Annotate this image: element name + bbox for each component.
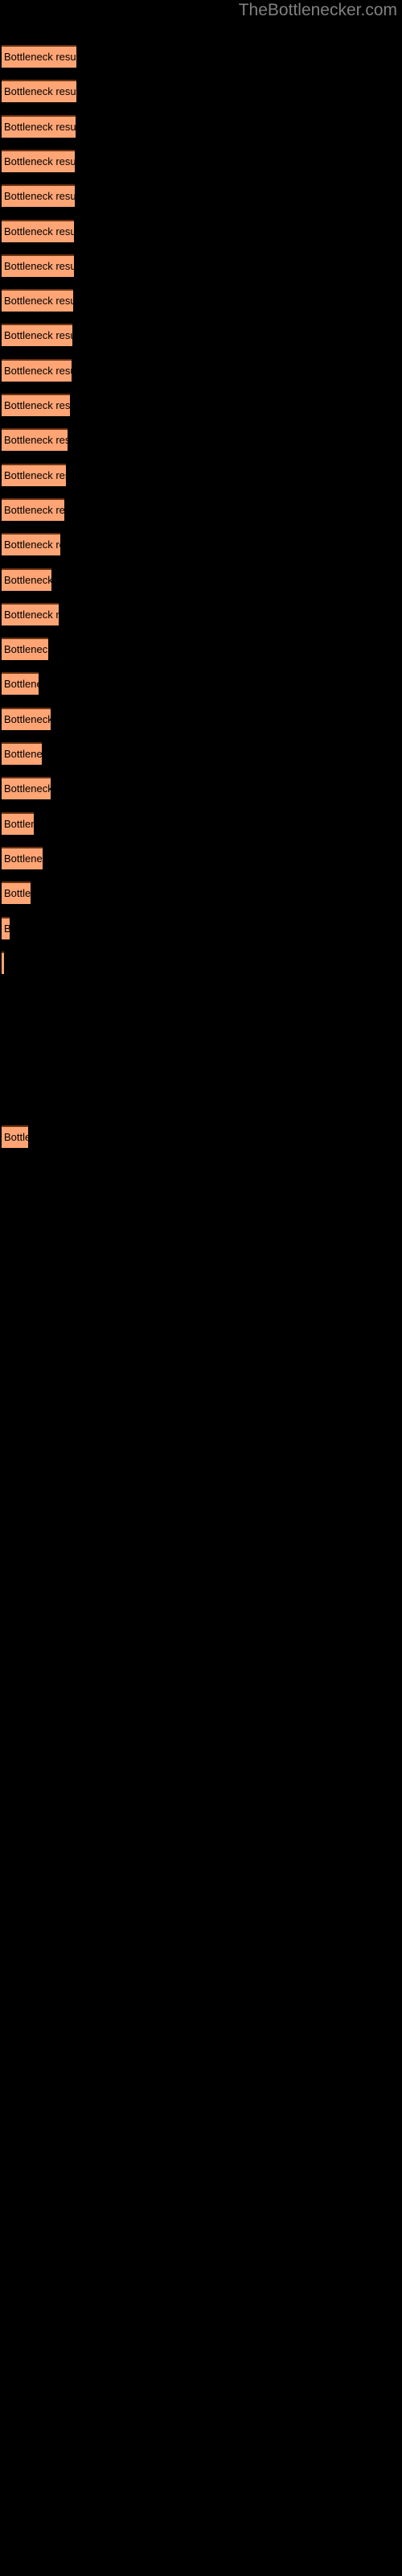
bar-row[interactable]: Bottleneck result bbox=[2, 184, 75, 208]
bar-row[interactable]: Bottleneck result bbox=[2, 568, 51, 591]
bar-label: Bottleneck result bbox=[4, 712, 51, 725]
bar-row[interactable]: Bottleneck result bbox=[2, 916, 10, 939]
bar-series-container: Bottleneck result Bottleneck result Bottle… bbox=[0, 0, 402, 2576]
bar-row[interactable]: Bottleneck result bbox=[2, 219, 74, 242]
bar-row[interactable]: Bottleneck result bbox=[2, 149, 75, 172]
bar-label: Bottleneck result bbox=[4, 120, 76, 133]
bar-row[interactable]: Bottleneck result bbox=[2, 463, 66, 486]
bar-row[interactable]: Bottleneck result bbox=[2, 428, 68, 452]
bar-label: Bottleneck result bbox=[4, 259, 74, 272]
bar-label: Bottleneck result bbox=[4, 51, 76, 63]
bar-row[interactable]: Bottleneck result bbox=[2, 324, 72, 347]
bar-row[interactable]: Bottleneck result bbox=[2, 881, 31, 905]
bar-row[interactable]: Bottleneck result bbox=[2, 289, 73, 312]
bar-row[interactable]: Bottleneck result bbox=[2, 672, 39, 696]
bar-row[interactable]: Bottleneck result bbox=[2, 80, 76, 103]
bar-row[interactable]: Bottleneck result bbox=[2, 254, 74, 277]
bar-label: Bottleneck result bbox=[4, 503, 64, 516]
bar-row[interactable]: Bottleneck result bbox=[2, 1125, 28, 1149]
bar-row[interactable]: Bottleneck result bbox=[2, 638, 48, 661]
bottleneck-chart: Bottleneck result Bottleneck result Bottle… bbox=[0, 0, 402, 2576]
bar-label: Bottleneck result bbox=[4, 539, 60, 551]
bar-label: Bottleneck result bbox=[4, 678, 39, 691]
bar-label: Bottleneck result bbox=[4, 887, 31, 900]
bar-row[interactable]: Bottleneck result bbox=[2, 394, 70, 416]
bar-row[interactable]: Bottleneck result bbox=[2, 811, 34, 835]
bar-label: Bottleneck result bbox=[4, 748, 42, 760]
bar-row[interactable]: Bottleneck result bbox=[2, 602, 59, 625]
bar-label: Bottleneck result bbox=[4, 85, 76, 98]
bar-row[interactable]: Bottleneck result bbox=[2, 358, 72, 382]
bar-label: Bottleneck result bbox=[4, 364, 72, 377]
bar-label: Bottleneck result bbox=[4, 608, 59, 621]
bar-label: Bottleneck result bbox=[4, 399, 70, 411]
bar-label: Bottleneck result bbox=[4, 225, 74, 237]
bar-label: Bottleneck result bbox=[4, 190, 75, 203]
bar-label: Bottleneck result bbox=[4, 852, 43, 865]
bar-label: Bottleneck result bbox=[4, 782, 51, 795]
bar-label: Bottleneck result bbox=[4, 1131, 28, 1144]
bar-row[interactable]: Bottleneck result bbox=[2, 777, 51, 800]
bar-row[interactable]: Bottleneck result bbox=[2, 742, 42, 765]
bar-row[interactable]: Bottleneck result bbox=[2, 497, 64, 521]
bar-row[interactable]: Bottleneck result bbox=[2, 951, 4, 974]
bar-label: Bottleneck result bbox=[4, 155, 75, 167]
bar-label: Bottleneck result bbox=[4, 469, 66, 481]
bar-label: Bottleneck result bbox=[4, 817, 34, 830]
bar-label: Bottleneck result bbox=[4, 295, 73, 308]
bar-label: Bottleneck result bbox=[4, 329, 72, 342]
bar-row[interactable]: Bottleneck result bbox=[2, 533, 60, 556]
bar-row[interactable]: Bottleneck result bbox=[2, 846, 43, 869]
bar-row[interactable]: Bottleneck result bbox=[2, 114, 76, 138]
bar-row[interactable]: Bottleneck result bbox=[2, 707, 51, 730]
bar-label: Bottleneck result bbox=[4, 921, 10, 937]
bar-label: Bottleneck result bbox=[4, 573, 51, 586]
bar-label: Bottleneck result bbox=[4, 434, 68, 447]
bar-label: Bottleneck result bbox=[4, 643, 48, 656]
site-watermark: TheBottlenecker.com bbox=[238, 1, 397, 19]
bar-row[interactable]: Bottleneck result bbox=[2, 45, 76, 68]
